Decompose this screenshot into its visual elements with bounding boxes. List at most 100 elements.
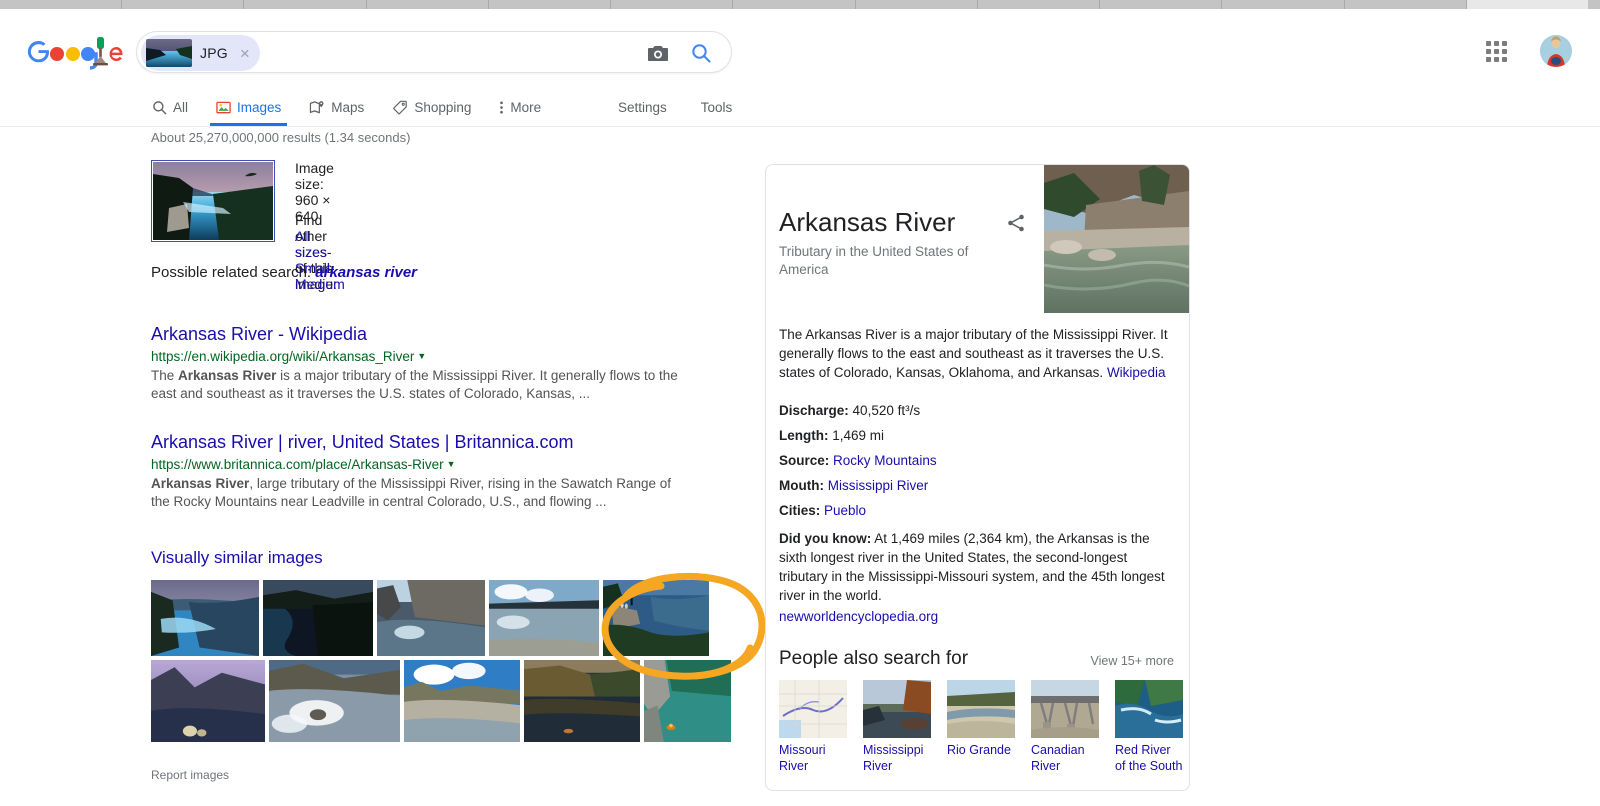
settings-button[interactable]: Settings <box>618 100 667 115</box>
result-title-link[interactable]: Arkansas River | river, United States | … <box>151 431 574 453</box>
knowledge-panel-subtitle: Tributary in the United States of Americ… <box>779 244 969 277</box>
visually-similar-thumbnail[interactable] <box>524 660 641 742</box>
description-source-link[interactable]: Wikipedia <box>1107 365 1166 380</box>
visually-similar-thumbnail[interactable] <box>603 580 709 656</box>
pasf-item[interactable]: Red River of the South <box>1115 680 1183 774</box>
browser-tab[interactable] <box>611 0 734 9</box>
fact-row: Source: Rocky Mountains <box>779 448 1174 473</box>
browser-tab[interactable] <box>0 0 123 9</box>
image-size-label: Image size: <box>295 160 334 192</box>
visually-similar-title[interactable]: Visually similar images <box>151 548 323 568</box>
all-sizes-link[interactable]: All sizes <box>295 228 327 260</box>
link-sep-1: - <box>326 244 332 260</box>
visually-similar-thumbnail[interactable] <box>151 660 265 742</box>
source-image-thumbnail[interactable] <box>151 160 275 242</box>
fact-row: Cities: Pueblo <box>779 498 1174 523</box>
image-search-chip[interactable]: JPG × <box>141 35 260 71</box>
fact-row: Mouth: Mississippi River <box>779 473 1174 498</box>
fact-value-link[interactable]: Pueblo <box>824 503 866 518</box>
pasf-label: Missouri River <box>779 743 826 773</box>
pasf-item[interactable]: Canadian River <box>1031 680 1099 774</box>
tab-shopping[interactable]: Shopping <box>378 89 485 126</box>
fact-row: Length: 1,469 mi <box>779 423 1174 448</box>
web-results-list: Arkansas River - Wikipedia https://en.wi… <box>151 323 691 539</box>
camera-icon[interactable] <box>647 43 669 66</box>
fact-value-link[interactable]: Rocky Mountains <box>833 453 937 468</box>
browser-tab[interactable] <box>978 0 1101 9</box>
browser-tab[interactable] <box>367 0 489 9</box>
chevron-down-icon[interactable]: ▼ <box>417 351 426 361</box>
visually-similar-thumbnail[interactable] <box>489 580 599 656</box>
browser-tab[interactable] <box>733 0 856 9</box>
knowledge-panel: Arkansas River Tributary in the United S… <box>765 164 1190 791</box>
visually-similar-thumbnail[interactable] <box>377 580 485 656</box>
visually-similar-thumbnail[interactable] <box>151 580 259 656</box>
search-icon[interactable] <box>691 43 711 66</box>
price-tag-icon <box>393 100 408 115</box>
avatar[interactable] <box>1540 35 1572 67</box>
did-you-know-label: Did you know: <box>779 531 872 546</box>
pasf-item[interactable]: Missouri River <box>779 680 847 774</box>
knowledge-panel-hero-image[interactable] <box>1044 165 1189 313</box>
browser-tab[interactable] <box>122 0 245 9</box>
visually-similar-thumbnail[interactable] <box>263 580 373 656</box>
browser-tab[interactable] <box>856 0 978 9</box>
snippet-bold: Arkansas River <box>178 368 277 383</box>
visually-similar-thumbnail[interactable] <box>268 660 401 742</box>
pasf-label: Red River of the South <box>1115 743 1183 773</box>
related-search-term[interactable]: arkansas river <box>315 264 417 281</box>
results-stats: About 25,270,000,000 results (1.34 secon… <box>151 130 411 145</box>
visually-similar-row <box>151 660 731 742</box>
browser-tab[interactable] <box>244 0 367 9</box>
tab-all-label: All <box>173 100 189 115</box>
chevron-down-icon[interactable]: ▼ <box>447 459 456 469</box>
view-more-link[interactable]: View 15+ more <box>1091 654 1175 668</box>
result-title-link[interactable]: Arkansas River - Wikipedia <box>151 323 367 345</box>
tools-button[interactable]: Tools <box>701 100 733 115</box>
tab-images[interactable]: Images <box>202 89 295 126</box>
magnifier-icon <box>153 101 167 115</box>
search-bar[interactable]: JPG × <box>136 31 732 73</box>
fact-value: 40,520 ft³/s <box>852 403 921 418</box>
knowledge-panel-header: Arkansas River Tributary in the United S… <box>766 165 1189 313</box>
pasf-item[interactable]: Rio Grande <box>947 680 1015 774</box>
apps-grid-icon[interactable] <box>1486 41 1510 65</box>
fact-label: Discharge: <box>779 403 849 418</box>
visually-similar-thumbnail[interactable] <box>644 660 731 742</box>
fact-value-link[interactable]: Mississippi River <box>828 478 929 493</box>
pasf-label: Canadian River <box>1031 743 1085 773</box>
knowledge-panel-body: The Arkansas River is a major tributary … <box>766 313 1189 790</box>
close-icon[interactable]: × <box>236 45 254 62</box>
search-input[interactable] <box>347 32 621 72</box>
report-images-link[interactable]: Report images <box>151 768 229 782</box>
pasf-item[interactable]: Mississippi River <box>863 680 931 774</box>
tab-maps[interactable]: Maps <box>295 89 378 126</box>
pasf-thumbnail <box>1115 680 1183 738</box>
share-icon[interactable] <box>1006 213 1026 236</box>
tab-shopping-label: Shopping <box>414 100 472 115</box>
visually-similar-thumbnail[interactable] <box>404 660 521 742</box>
browser-tab[interactable] <box>1100 0 1223 9</box>
fact-label: Cities: <box>779 503 821 518</box>
tab-strip-end <box>1588 0 1600 9</box>
browser-tab[interactable] <box>1222 0 1345 9</box>
pasf-thumbnail <box>863 680 931 738</box>
fact-row: Discharge: 40,520 ft³/s <box>779 398 1174 423</box>
result-url: https://en.wikipedia.org/wiki/Arkansas_R… <box>151 347 691 366</box>
browser-tab[interactable] <box>489 0 612 9</box>
knowledge-panel-title-area: Arkansas River Tributary in the United S… <box>766 165 1044 313</box>
pasf-label: Mississippi River <box>863 743 924 773</box>
possible-related-search: Possible related search: arkansas river <box>151 264 417 281</box>
google-doodle-logo[interactable] <box>24 33 124 71</box>
browser-tab[interactable] <box>1466 0 1589 9</box>
browser-tab[interactable] <box>1345 0 1467 9</box>
tab-more[interactable]: More <box>485 89 555 126</box>
tab-more-label: More <box>510 100 542 115</box>
result-item: Arkansas River - Wikipedia https://en.wi… <box>151 323 691 403</box>
chip-label: JPG <box>200 45 228 61</box>
pasf-item-row: Missouri River Mississippi River Rio Grand… <box>779 680 1183 774</box>
nav-right-actions: Settings Tools <box>618 89 732 126</box>
tab-all[interactable]: All <box>148 89 202 126</box>
did-you-know-source-link[interactable]: newworldencyclopedia.org <box>779 607 1174 626</box>
visually-similar-grid <box>151 580 731 746</box>
